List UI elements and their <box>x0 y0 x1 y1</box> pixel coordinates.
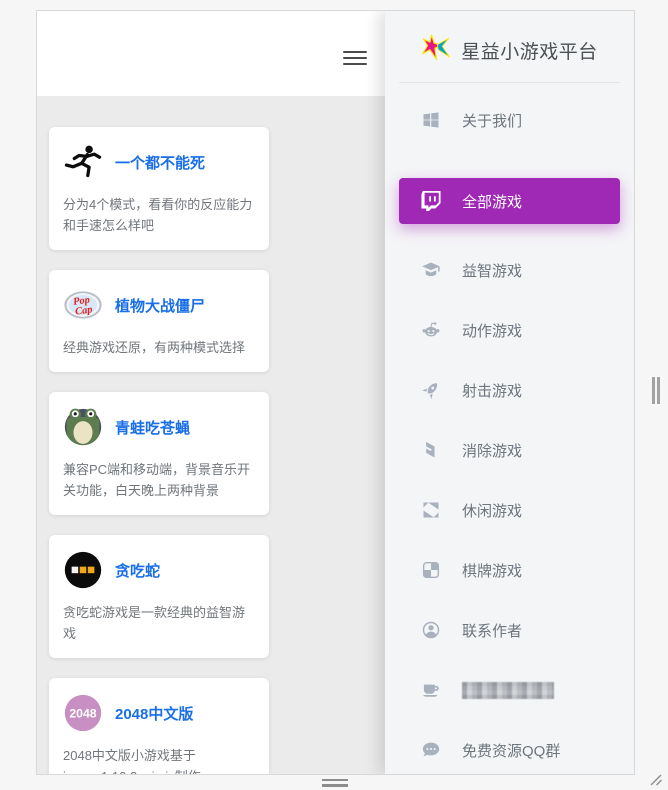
windows-icon <box>421 110 441 130</box>
game-card: Pop Cap 植物大战僵尸经典游戏还原，有两种模式选择 <box>49 270 269 372</box>
sidebar-item-label: 休闲游戏 <box>462 500 522 521</box>
game-card-header: 一个都不能死 <box>63 142 255 182</box>
game-card: 一个都不能死分为4个模式，看看你的反应能力和手速怎么样吧 <box>49 127 269 250</box>
game-description: 分为4个模式，看看你的反应能力和手速怎么样吧 <box>63 194 255 236</box>
game-card: 青蛙吃苍蝇兼容PC端和移动端，背景音乐开关功能，白天晚上两种背景 <box>49 392 269 515</box>
sidebar-item-casual-games[interactable]: 休闲游戏 <box>385 480 634 540</box>
star-logo-icon <box>421 33 452 63</box>
sidebar-item-label: 射击游戏 <box>462 380 522 401</box>
svg-text:2048: 2048 <box>69 707 96 721</box>
game-description: 经典游戏还原，有两种模式选择 <box>63 337 255 358</box>
user-circle-icon <box>421 620 441 640</box>
menu-icon-wrap <box>421 260 441 280</box>
resize-handle-bottom[interactable] <box>322 779 348 790</box>
sidebar-item-qq-group[interactable]: 免费资源QQ群 <box>385 720 634 775</box>
frog-icon <box>63 407 103 447</box>
sidebar-item-label: 消除游戏 <box>462 440 522 461</box>
game-card-header: 2048 2048中文版 <box>63 693 255 733</box>
sidebar-item-all-games[interactable]: 全部游戏 <box>399 178 620 224</box>
pinwheel-icon <box>421 500 441 520</box>
sidebar-item-match-games[interactable]: 消除游戏 <box>385 420 634 480</box>
sidebar-item-label: 联系作者 <box>462 620 522 641</box>
game-card: 2048 2048中文版 2048中文版小游戏基于jquery.1.10.2.mi… <box>49 678 269 774</box>
game-card-header: 青蛙吃苍蝇 <box>63 407 255 447</box>
resize-handle-corner[interactable] <box>648 771 664 787</box>
menu-icon-wrap <box>421 620 441 640</box>
game-list: 一个都不能死分为4个模式，看看你的反应能力和手速怎么样吧 Pop Cap 植物大… <box>37 96 387 774</box>
menu-icon-wrap <box>421 680 441 700</box>
game-card-header: Pop Cap 植物大战僵尸 <box>63 285 255 325</box>
game-card: 贪吃蛇贪吃蛇游戏是一款经典的益智游戏 <box>49 535 269 658</box>
reddit-icon <box>421 320 441 340</box>
sidebar-item-about[interactable]: 关于我们 <box>385 90 634 150</box>
menu-icon-wrap <box>421 740 441 760</box>
menu-icon-wrap <box>421 191 441 211</box>
game-description: 兼容PC端和移动端，背景音乐开关功能，白天晚上两种背景 <box>63 459 255 501</box>
menu-icon-wrap <box>421 440 441 460</box>
sidebar-item-board-games[interactable]: 棋牌游戏 <box>385 540 634 600</box>
menu-icon-wrap <box>421 500 441 520</box>
sidebar-item-label: 全部游戏 <box>462 191 522 212</box>
game-description: 2048中文版小游戏基于jquery.1.10.2.min.js制作 <box>63 745 255 774</box>
sidebar-item-label: 棋牌游戏 <box>462 560 522 581</box>
app-window: 一个都不能死分为4个模式，看看你的反应能力和手速怎么样吧 Pop Cap 植物大… <box>36 10 635 775</box>
game-title-link[interactable]: 2048中文版 <box>115 703 193 724</box>
coffee-icon <box>421 680 441 700</box>
redacted-label <box>462 682 554 699</box>
sidebar-menu: 关于我们 全部游戏 益智游戏 动作游戏 射击游戏 消除游戏 休闲游戏 棋牌游戏 <box>385 83 634 775</box>
sidebar: 星益小游戏平台 关于我们 全部游戏 益智游戏 动作游戏 射击游戏 消除游戏 休闲… <box>385 11 634 774</box>
game-title-link[interactable]: 一个都不能死 <box>115 152 205 173</box>
brand-logo-slot <box>421 33 452 68</box>
game-title-link[interactable]: 植物大战僵尸 <box>115 295 205 316</box>
game-2048-icon: 2048 <box>63 693 103 733</box>
menu-icon-wrap <box>421 320 441 340</box>
twitch-icon <box>421 191 441 211</box>
sidebar-item-label: 动作游戏 <box>462 320 522 341</box>
game-title-link[interactable]: 青蛙吃苍蝇 <box>115 417 190 438</box>
runner-icon <box>63 142 103 182</box>
hamburger-icon <box>343 51 367 54</box>
sidebar-item-label: 免费资源QQ群 <box>462 740 560 761</box>
sidebar-item-redacted-link[interactable] <box>385 660 634 720</box>
rocket-icon <box>421 380 441 400</box>
graduation-cap-icon <box>421 260 441 280</box>
sidebar-item-puzzle-games[interactable]: 益智游戏 <box>385 240 634 300</box>
resize-handle-right[interactable] <box>652 377 660 404</box>
sidebar-item-contact-author[interactable]: 联系作者 <box>385 600 634 660</box>
sidebar-item-label: 益智游戏 <box>462 260 522 281</box>
sidebar-item-shooter-games[interactable]: 射击游戏 <box>385 360 634 420</box>
sidebar-item-label: 关于我们 <box>462 110 522 131</box>
menu-icon-wrap <box>421 110 441 130</box>
houzz-icon <box>421 440 441 460</box>
sidebar-item-action-games[interactable]: 动作游戏 <box>385 300 634 360</box>
checker-square-icon <box>421 560 441 580</box>
comment-dots-icon <box>421 740 441 760</box>
menu-icon-wrap <box>421 560 441 580</box>
menu-toggle-button[interactable] <box>343 49 367 67</box>
brand-title: 星益小游戏平台 <box>461 37 598 64</box>
game-card-header: 贪吃蛇 <box>63 550 255 590</box>
game-title-link[interactable]: 贪吃蛇 <box>115 560 160 581</box>
game-description: 贪吃蛇游戏是一款经典的益智游戏 <box>63 602 255 644</box>
snake-icon <box>63 550 103 590</box>
popcap-icon: Pop Cap <box>63 285 103 325</box>
brand[interactable]: 星益小游戏平台 <box>385 11 634 68</box>
menu-icon-wrap <box>421 380 441 400</box>
